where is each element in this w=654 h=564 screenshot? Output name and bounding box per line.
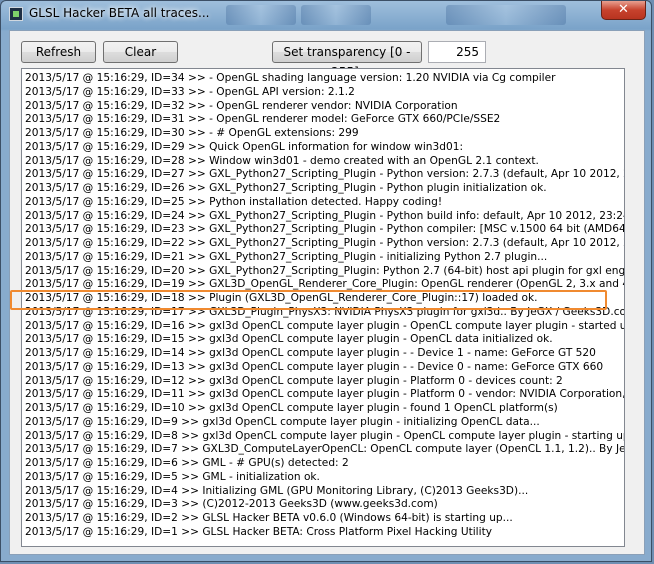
log-line[interactable]: 2013/5/17 @ 15:16:29, ID=34 >> - OpenGL … [25, 72, 556, 85]
log-line[interactable]: 2013/5/17 @ 15:16:29, ID=32 >> - OpenGL … [25, 100, 458, 113]
app-icon [9, 7, 23, 21]
set-transparency-button[interactable]: Set transparency [0 - 255]: [272, 41, 422, 79]
log-line[interactable]: 2013/5/17 @ 15:16:29, ID=27 >> GXL_Pytho… [25, 168, 624, 181]
log-line[interactable]: 2013/5/17 @ 15:16:29, ID=20 >> GXL_Pytho… [25, 265, 624, 278]
log-line[interactable]: 2013/5/17 @ 15:16:29, ID=5 >> GML - init… [25, 471, 320, 484]
log-line[interactable]: 2013/5/17 @ 15:16:29, ID=33 >> - OpenGL … [25, 86, 355, 99]
log-line[interactable]: 2013/5/17 @ 15:16:29, ID=23 >> GXL_Pytho… [25, 223, 624, 236]
close-button[interactable]: ✕ [601, 1, 646, 20]
log-line[interactable]: 2013/5/17 @ 15:16:29, ID=15 >> gxl3d Ope… [25, 333, 553, 346]
clear-button[interactable]: Clear [103, 41, 178, 63]
log-line[interactable]: 2013/5/17 @ 15:16:29, ID=6 >> GML - # GP… [25, 457, 349, 470]
log-line[interactable]: 2013/5/17 @ 15:16:29, ID=13 >> gxl3d Ope… [25, 361, 603, 374]
log-line[interactable]: 2013/5/17 @ 15:16:29, ID=30 >> - # OpenG… [25, 127, 359, 140]
transparency-input[interactable]: 255 [428, 41, 486, 63]
log-line[interactable]: 2013/5/17 @ 15:16:29, ID=3 >> (C)2012-20… [25, 498, 438, 511]
title-bar[interactable]: GLSL Hacker BETA all traces... ✕ [1, 1, 651, 29]
highlighted-row-annotation [10, 290, 607, 310]
log-line[interactable]: 2013/5/17 @ 15:16:29, ID=1 >> GLSL Hacke… [25, 526, 492, 539]
log-line[interactable]: 2013/5/17 @ 15:16:29, ID=8 >> gxl3d Open… [25, 430, 624, 443]
log-line[interactable]: 2013/5/17 @ 15:16:29, ID=26 >> GXL_Pytho… [25, 182, 547, 195]
window-title: GLSL Hacker BETA all traces... [29, 6, 210, 20]
app-window: GLSL Hacker BETA all traces... ✕ Refresh… [0, 0, 652, 562]
refresh-button[interactable]: Refresh [21, 41, 96, 63]
log-line[interactable]: 2013/5/17 @ 15:16:29, ID=2 >> GLSL Hacke… [25, 512, 513, 525]
log-line[interactable]: 2013/5/17 @ 15:16:29, ID=9 >> gxl3d Open… [25, 416, 540, 429]
log-line[interactable]: 2013/5/17 @ 15:16:29, ID=22 >> GXL_Pytho… [25, 237, 624, 250]
background-blur [446, 5, 566, 25]
log-line[interactable]: 2013/5/17 @ 15:16:29, ID=16 >> gxl3d Ope… [25, 320, 624, 333]
log-line[interactable]: 2013/5/17 @ 15:16:29, ID=28 >> Window wi… [25, 155, 539, 168]
background-blur [226, 5, 296, 25]
background-blur [301, 5, 371, 25]
log-line[interactable]: 2013/5/17 @ 15:16:29, ID=12 >> gxl3d Ope… [25, 375, 563, 388]
log-line[interactable]: 2013/5/17 @ 15:16:29, ID=10 >> gxl3d Ope… [25, 402, 558, 415]
log-line[interactable]: 2013/5/17 @ 15:16:29, ID=29 >> Quick Ope… [25, 141, 463, 154]
log-line[interactable]: 2013/5/17 @ 15:16:29, ID=21 >> GXL_Pytho… [25, 251, 547, 264]
log-line[interactable]: 2013/5/17 @ 15:16:29, ID=4 >> Initializi… [25, 485, 528, 498]
log-line[interactable]: 2013/5/17 @ 15:16:29, ID=31 >> - OpenGL … [25, 113, 500, 126]
log-line[interactable]: 2013/5/17 @ 15:16:29, ID=24 >> GXL_Pytho… [25, 210, 624, 223]
log-line[interactable]: 2013/5/17 @ 15:16:29, ID=11 >> gxl3d Ope… [25, 388, 624, 401]
log-line[interactable]: 2013/5/17 @ 15:16:29, ID=25 >> Python in… [25, 196, 442, 209]
log-line[interactable]: 2013/5/17 @ 15:16:29, ID=14 >> gxl3d Ope… [25, 347, 596, 360]
log-line[interactable]: 2013/5/17 @ 15:16:29, ID=7 >> GXL3D_Comp… [25, 443, 624, 456]
